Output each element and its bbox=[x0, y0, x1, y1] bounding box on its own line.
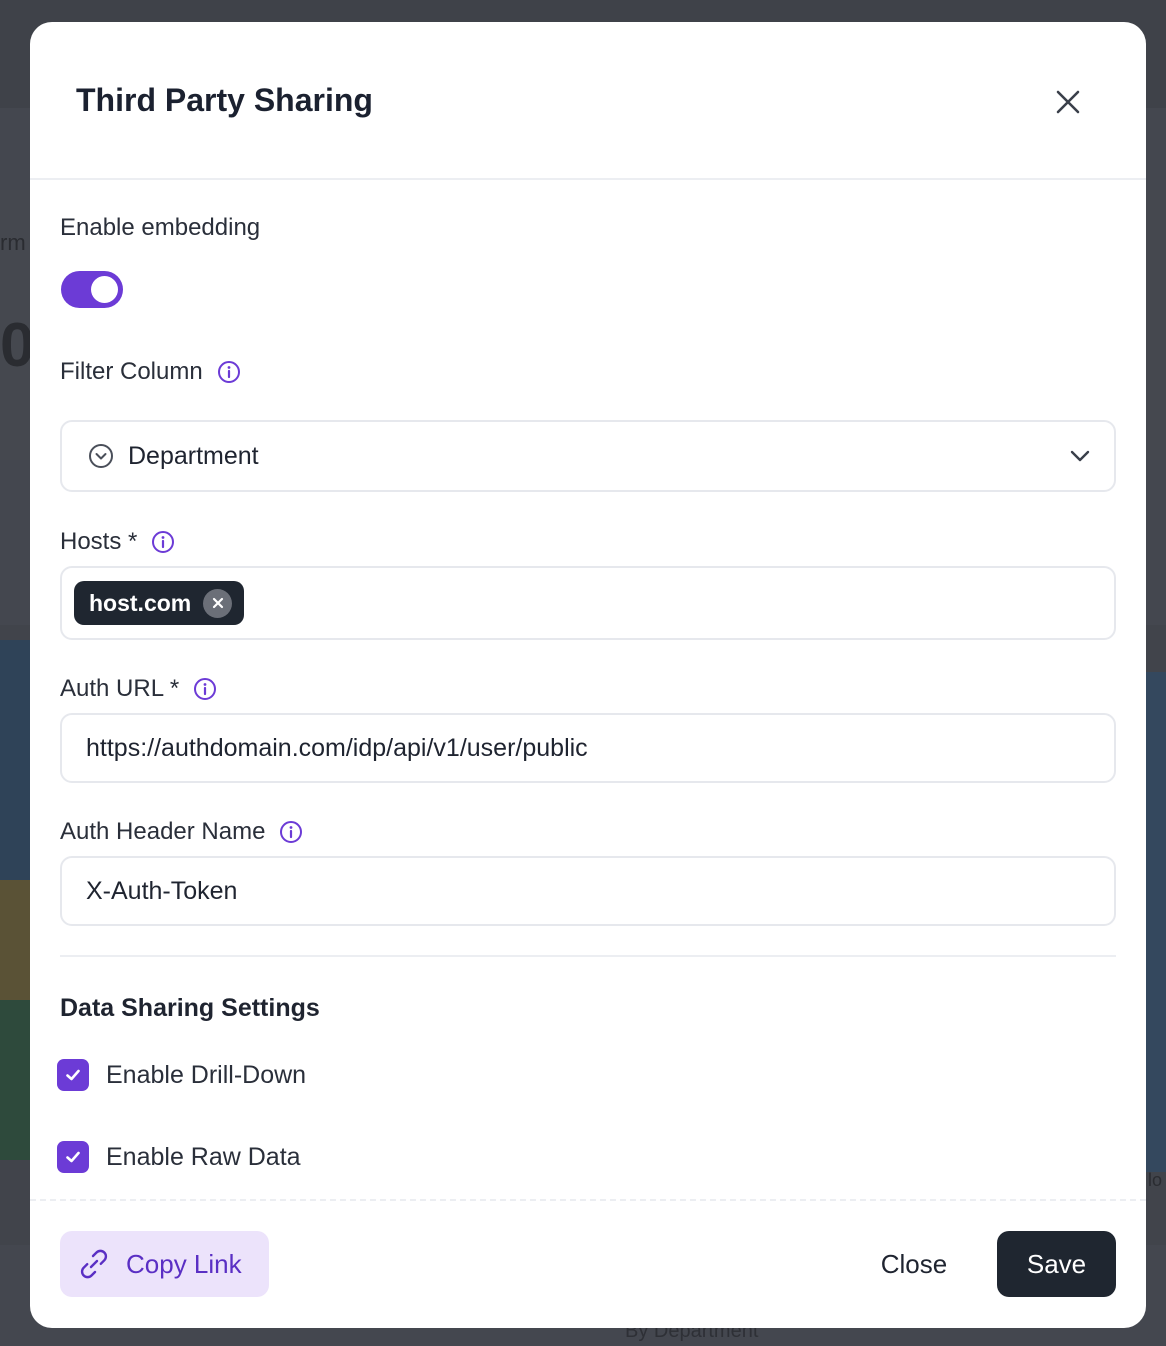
filter-column-value: Department bbox=[128, 441, 259, 470]
section-divider bbox=[60, 955, 1116, 957]
background-text: rm bbox=[0, 230, 26, 255]
enable-embedding-label: Enable embedding bbox=[60, 214, 260, 242]
auth-header-label-text: Auth Header Name bbox=[60, 818, 266, 845]
dialog-header: Third Party Sharing bbox=[30, 22, 1146, 180]
remove-chip-icon[interactable] bbox=[203, 588, 233, 618]
filter-column-select[interactable]: Department bbox=[60, 420, 1116, 492]
save-button[interactable]: Save bbox=[997, 1231, 1116, 1297]
filter-column-label: Filter Column bbox=[60, 358, 241, 386]
link-icon bbox=[76, 1246, 112, 1282]
background-chart-slice bbox=[1146, 672, 1166, 1172]
auth-header-label: Auth Header Name bbox=[60, 818, 303, 846]
data-sharing-title: Data Sharing Settings bbox=[60, 994, 320, 1022]
dialog-title: Third Party Sharing bbox=[76, 82, 373, 118]
hosts-label: Hosts * bbox=[60, 528, 175, 556]
enable-embedding-toggle[interactable] bbox=[61, 271, 123, 308]
background-text: lo bbox=[1148, 1170, 1163, 1190]
background-chart-slice bbox=[0, 640, 34, 890]
enable-drill-down-label: Enable Drill-Down bbox=[106, 1060, 307, 1089]
auth-url-label: Auth URL * bbox=[60, 675, 217, 703]
host-chip-label: host.com bbox=[89, 589, 192, 616]
auth-url-value: https://authdomain.com/idp/api/v1/user/p… bbox=[86, 733, 588, 762]
enable-embedding-label-text: Enable embedding bbox=[60, 214, 261, 241]
enable-drill-down-option[interactable]: Enable Drill-Down bbox=[57, 1059, 306, 1091]
copy-link-label: Copy Link bbox=[126, 1248, 242, 1279]
enable-raw-data-option[interactable]: Enable Raw Data bbox=[57, 1141, 301, 1173]
copy-link-button[interactable]: Copy Link bbox=[60, 1231, 269, 1297]
enable-drill-down-checkbox[interactable] bbox=[57, 1059, 89, 1091]
filter-column-label-text: Filter Column bbox=[60, 358, 203, 385]
host-chip: host.com bbox=[74, 581, 245, 625]
auth-header-value: X-Auth-Token bbox=[86, 876, 238, 905]
hosts-input[interactable]: host.com bbox=[60, 566, 1116, 640]
background-chart-slice bbox=[0, 880, 34, 1010]
info-icon[interactable] bbox=[151, 530, 175, 554]
chevron-circle-icon bbox=[88, 443, 114, 469]
footer-divider bbox=[30, 1199, 1146, 1201]
background-chart-slice bbox=[0, 1000, 34, 1160]
auth-header-input[interactable]: X-Auth-Token bbox=[60, 856, 1116, 926]
auth-url-label-text: Auth URL * bbox=[60, 675, 180, 702]
info-icon[interactable] bbox=[279, 820, 303, 844]
close-icon[interactable] bbox=[1050, 84, 1086, 120]
info-icon[interactable] bbox=[217, 360, 241, 384]
toggle-knob bbox=[91, 276, 118, 303]
third-party-sharing-dialog: Third Party Sharing Enable embedding Fil… bbox=[30, 22, 1146, 1328]
chevron-down-icon[interactable] bbox=[1068, 444, 1092, 468]
enable-raw-data-label: Enable Raw Data bbox=[106, 1142, 301, 1171]
hosts-label-text: Hosts * bbox=[60, 528, 138, 555]
info-icon[interactable] bbox=[193, 677, 217, 701]
auth-url-input[interactable]: https://authdomain.com/idp/api/v1/user/p… bbox=[60, 713, 1116, 783]
close-button[interactable]: Close bbox=[860, 1231, 968, 1297]
enable-raw-data-checkbox[interactable] bbox=[57, 1141, 89, 1173]
